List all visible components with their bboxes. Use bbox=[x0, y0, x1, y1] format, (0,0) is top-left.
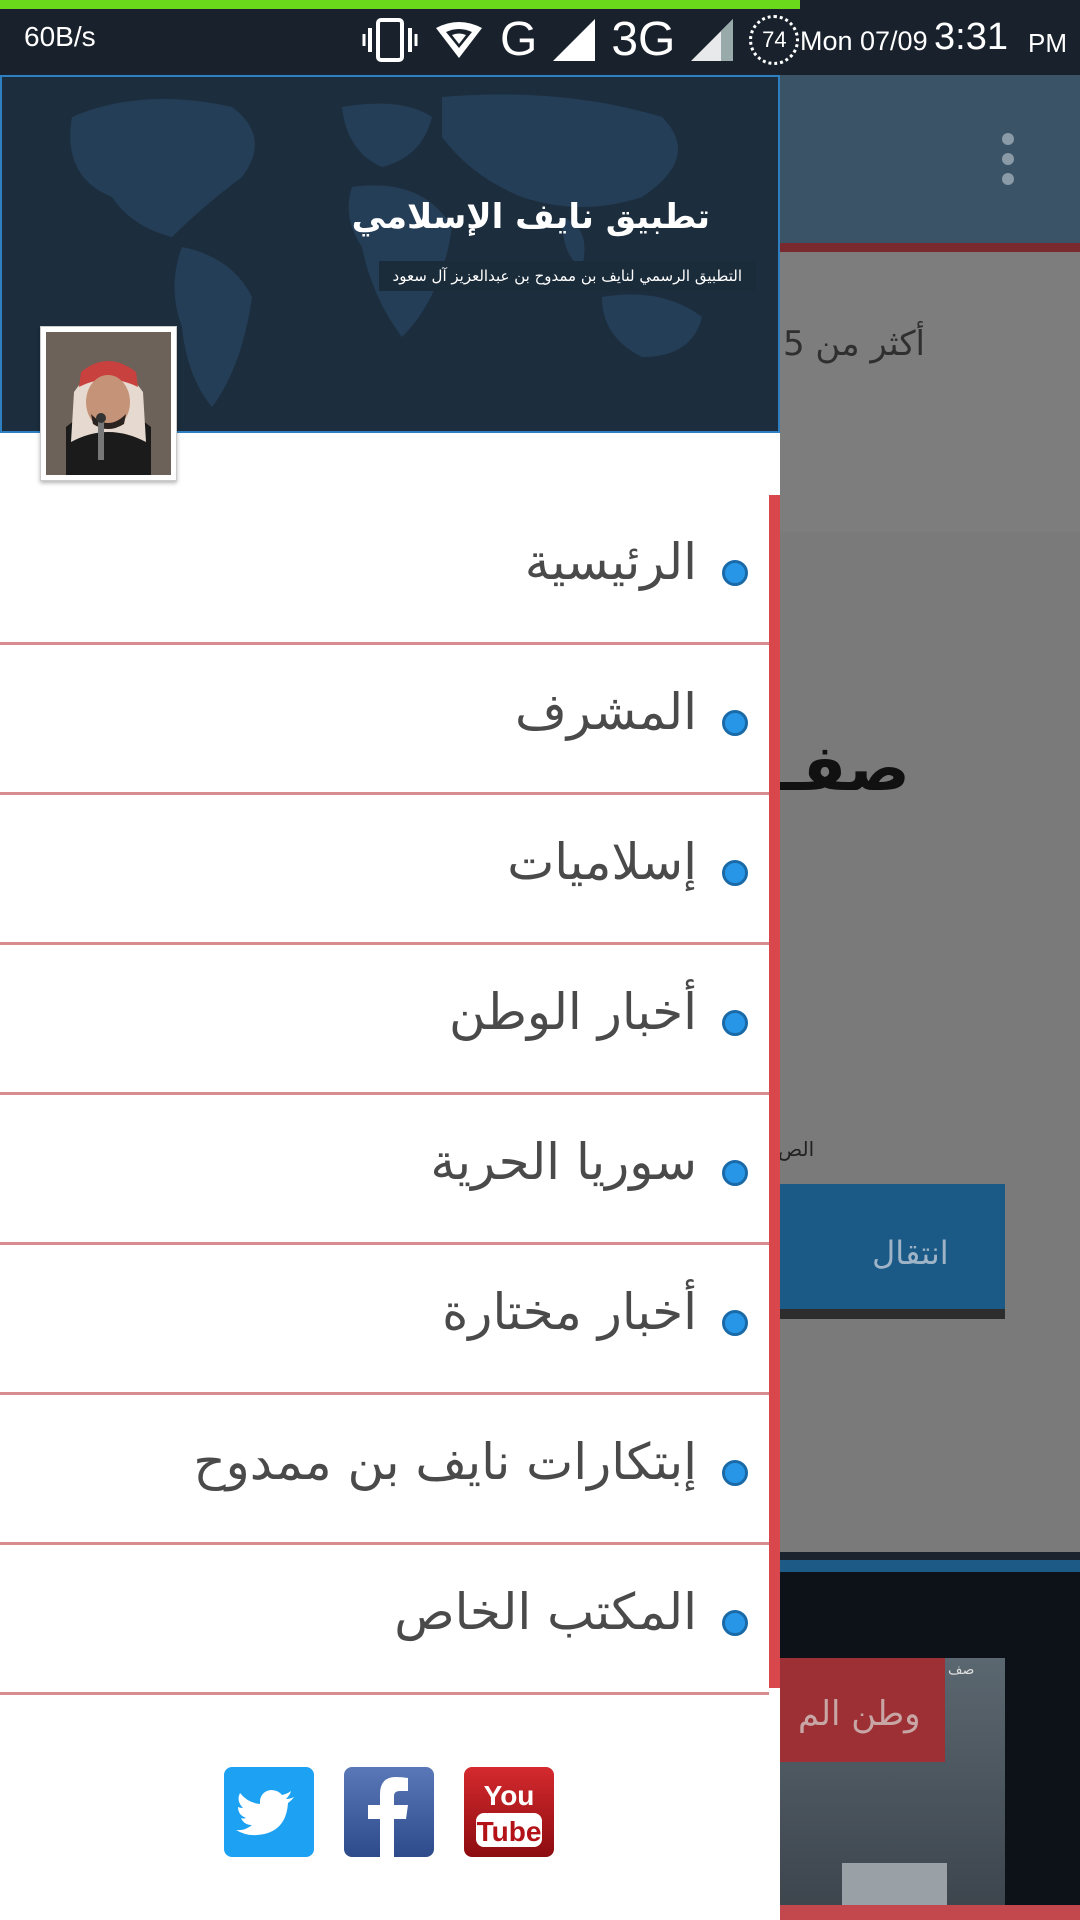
bullet-icon bbox=[722, 1010, 748, 1036]
date-text: Mon 07/09 bbox=[800, 26, 928, 56]
menu-item-selected-news[interactable]: أخبار مختارة bbox=[0, 1245, 769, 1395]
menu-item-label: المشرف bbox=[514, 683, 697, 741]
bullet-icon bbox=[722, 560, 748, 586]
network-3g-text: 3G bbox=[611, 13, 676, 66]
news-category-label[interactable]: وطن الم bbox=[780, 1658, 945, 1762]
menu-item-label: أخبار الوطن bbox=[449, 983, 697, 1041]
menu-item-private-office[interactable]: المكتب الخاص bbox=[0, 1545, 769, 1695]
menu-item-label: أخبار مختارة bbox=[442, 1283, 697, 1341]
app-title: تطبيق نايف الإسلامي bbox=[351, 197, 710, 237]
profile-avatar[interactable] bbox=[40, 326, 177, 481]
ampm-text: PM bbox=[1028, 28, 1067, 58]
signal-icon-1 bbox=[553, 19, 596, 61]
wifi-icon bbox=[434, 20, 484, 60]
youtube-text-2: Tube bbox=[477, 1816, 542, 1847]
net-speed-text: 60B/s bbox=[24, 21, 96, 52]
bullet-icon bbox=[722, 1460, 748, 1486]
menu-item-national-news[interactable]: أخبار الوطن bbox=[0, 945, 769, 1095]
go-button-label: انتقال bbox=[872, 1234, 949, 1272]
battery-indicator: 74 bbox=[749, 15, 800, 65]
time-text: 3:31 bbox=[934, 16, 1008, 58]
menu-item-islamiyat[interactable]: إسلاميات bbox=[0, 795, 769, 945]
overflow-menu-icon[interactable] bbox=[998, 133, 1018, 189]
app-subtitle: التطبيق الرسمي لنايف بن ممدوح بن عبدالعز… bbox=[378, 261, 756, 291]
twitter-icon[interactable] bbox=[224, 1767, 314, 1857]
bullet-icon bbox=[722, 1310, 748, 1336]
menu-item-label: الرئيسية bbox=[524, 533, 697, 591]
menu-accent-line bbox=[769, 495, 780, 1688]
menu-item-label: إبتكارات نايف بن ممدوح bbox=[193, 1433, 697, 1491]
signal-icon-2 bbox=[691, 19, 734, 61]
bullet-icon bbox=[722, 710, 748, 736]
menu-item-label: سوريا الحرية bbox=[430, 1133, 697, 1191]
status-icons: G 3G 74 bbox=[362, 12, 800, 68]
facebook-icon[interactable] bbox=[344, 1767, 434, 1857]
menu-item-label: المكتب الخاص bbox=[394, 1583, 697, 1641]
vibrate-icon bbox=[362, 18, 418, 62]
menu-item-supervisor[interactable]: المشرف bbox=[0, 645, 769, 795]
bullet-icon bbox=[722, 1160, 748, 1186]
social-links: You Tube bbox=[224, 1767, 554, 1857]
news-category-label-text: وطن الم bbox=[798, 1694, 921, 1734]
menu-item-label: إسلاميات bbox=[507, 833, 697, 891]
bullet-icon bbox=[722, 1610, 748, 1636]
menu-item-innovations[interactable]: إبتكارات نايف بن ممدوح bbox=[0, 1395, 769, 1545]
profile-photo bbox=[46, 332, 171, 475]
menu-item-home[interactable]: الرئيسية bbox=[0, 495, 769, 645]
background-card-text: أكثر من 5 bbox=[782, 324, 925, 364]
download-progress-line bbox=[0, 0, 800, 9]
drawer-menu: الرئيسية المشرف إسلاميات أخبار الوطن سور… bbox=[0, 495, 780, 1695]
go-button[interactable]: انتقال bbox=[780, 1184, 1005, 1319]
news-photo-caption: صف bbox=[948, 1662, 975, 1678]
menu-item-free-syria[interactable]: سوريا الحرية bbox=[0, 1095, 769, 1245]
network-g-text: G bbox=[500, 13, 538, 66]
youtube-text-1: You bbox=[484, 1780, 535, 1811]
background-small-text: الص bbox=[778, 1137, 815, 1161]
youtube-icon[interactable]: You Tube bbox=[464, 1767, 554, 1857]
bullet-icon bbox=[722, 860, 748, 886]
background-section-heading: صفـ bbox=[780, 732, 910, 806]
navigation-drawer: تطبيق نايف الإسلامي التطبيق الرسمي لنايف… bbox=[0, 75, 780, 1920]
status-bar: 60B/s G 3G 74 Mon 07/09 3:31 PM bbox=[0, 0, 1080, 75]
